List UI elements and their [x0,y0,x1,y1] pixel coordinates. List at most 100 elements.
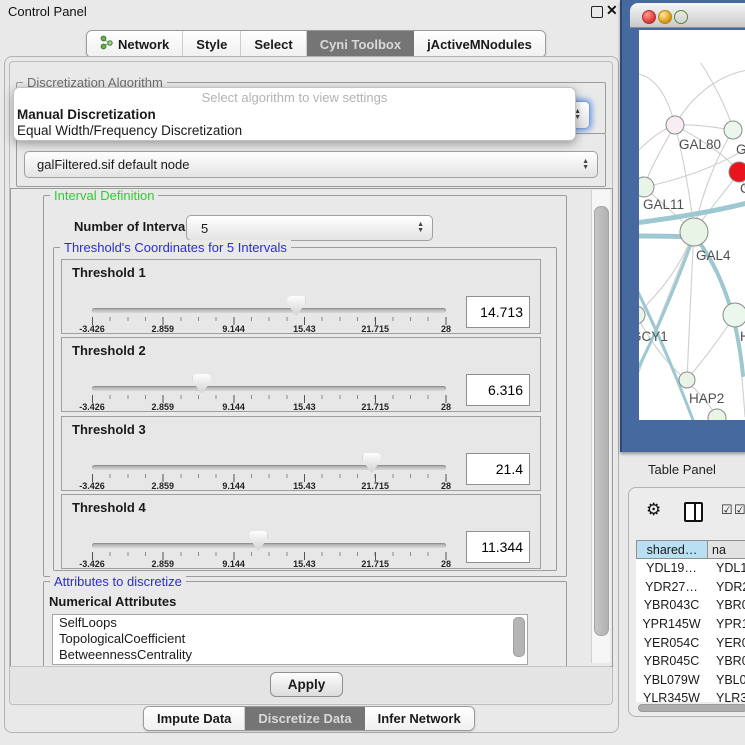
checkbox-icon[interactable]: ☑ [734,502,745,518]
threshold-slider[interactable]: -3.426 2.859 9.144 15.43 21.715 28 [92,417,446,490]
threshold-row: Threshold 3 -3.426 2.859 9.144 15.43 21.… [61,416,541,491]
tab-style[interactable]: Style [183,31,241,57]
table-row[interactable]: YER054CYER0 [636,633,745,652]
interval-definition-title: Interval Definition [50,188,158,203]
node-right-partial[interactable] [724,121,742,139]
popup-item-equal-width[interactable]: Equal Width/Frequency Discretization [14,123,575,139]
node-label: H [740,329,745,344]
list-item[interactable]: BetweennessCentrality [53,647,527,663]
node-gal11[interactable] [639,177,654,197]
table-data-value: galFiltered.sif default node [25,157,189,172]
float-window-icon[interactable] [591,6,603,18]
num-intervals-label: Number of Intervals [74,219,196,234]
slider-track[interactable] [92,386,446,391]
tab-cyni-toolbox[interactable]: Cyni Toolbox [307,31,414,57]
table-hscrollbar-thumb[interactable] [638,704,745,712]
column-header-name[interactable]: na [708,540,745,559]
node-red-selected[interactable] [729,162,745,182]
popup-hint: Select algorithm to view settings [14,88,575,107]
table-row[interactable]: YBL079WYBL0 [636,671,745,690]
split-columns-icon[interactable] [684,502,703,522]
network-graph: GAL80 GA C GAL11 GAL4 GCY1 H HAP2 [639,30,745,420]
node-gcy1[interactable] [639,306,645,324]
table-data-combobox[interactable]: galFiltered.sif default node ▲▼ [24,151,598,178]
list-item[interactable]: TopologicalCoefficient [53,631,527,647]
threshold-slider[interactable]: -3.426 2.859 9.144 15.43 21.715 28 [92,495,446,568]
settings-scrollbar-thumb[interactable] [594,206,609,636]
tab-select[interactable]: Select [241,31,306,57]
table-row[interactable]: YLR345WYLR3 [636,689,745,702]
tab-jactivemnodules[interactable]: jActiveMNodules [414,31,545,57]
threshold-slider[interactable]: -3.426 2.859 9.144 15.43 21.715 28 [92,338,446,411]
slider-scale: -3.426 2.859 9.144 15.43 21.715 28 [92,481,446,492]
threshold-value-field[interactable] [466,374,530,406]
slider-scale: -3.426 2.859 9.144 15.43 21.715 28 [92,324,446,335]
bottom-tabbar: Impute Data Discretize Data Infer Networ… [143,706,475,731]
gear-icon[interactable]: ⚙ [646,500,661,520]
table-header: shared… na [636,540,745,559]
slider-scale: -3.426 2.859 9.144 15.43 21.715 28 [92,402,446,413]
table-body: YDL19…YDL1 YDR27…YDR2 YBR043CYBR0 YPR145… [636,559,745,702]
slider-thumb[interactable] [363,453,381,473]
attributes-group-title: Attributes to discretize [50,574,186,589]
tab-infer-network[interactable]: Infer Network [365,707,474,730]
threshold-value-field[interactable] [466,296,530,328]
network-window-titlebar[interactable] [630,3,745,28]
table-row[interactable]: YBR045CYBR0 [636,652,745,671]
threshold-value-field[interactable] [466,453,530,485]
top-tabbar: Network Style Select Cyni Toolbox jActiv… [86,30,546,58]
node-gal80[interactable] [666,116,684,134]
table-hscrollbar[interactable] [638,704,745,712]
network-window-frame: GAL80 GA C GAL11 GAL4 GCY1 H HAP2 [620,0,745,452]
attributes-group: Attributes to discretize Numerical Attri… [43,581,567,667]
tab-network[interactable]: Network [87,31,183,57]
table-row[interactable]: YDR27…YDR2 [636,578,745,597]
close-traffic-light-icon[interactable] [642,10,656,24]
apply-button[interactable]: Apply [270,672,343,697]
slider-thumb[interactable] [193,374,211,394]
slider-scale: -3.426 2.859 9.144 15.43 21.715 28 [92,559,446,570]
slider-track[interactable] [92,543,446,548]
numerical-attributes-label: Numerical Attributes [49,594,176,609]
node-gal4[interactable] [680,218,708,246]
list-item[interactable]: SelfLoops [53,615,527,631]
num-intervals-value: 5 [187,221,208,236]
slider-thumb[interactable] [249,531,267,551]
threshold-row: Threshold 1 -3.426 2.859 9.144 15.43 21.… [61,259,541,334]
threshold-row: Threshold 2 -3.426 2.859 9.144 15.43 21.… [61,337,541,412]
tab-discretize-data[interactable]: Discretize Data [245,707,364,730]
minimize-traffic-light-icon[interactable] [658,10,672,24]
slider-track[interactable] [92,308,446,313]
network-icon [100,35,113,53]
table-row[interactable]: YPR145WYPR1 [636,615,745,634]
close-icon[interactable]: ✕ [606,2,618,19]
node-bottom-partial[interactable] [708,409,726,420]
num-intervals-spinner[interactable]: 5 ▲▼ [186,215,433,241]
column-header-shared-name[interactable]: shared… [636,540,708,559]
table-panel: ⚙ ☑ ☑ shared… na YDL19…YDL1 YDR27…YDR2 Y… [628,487,745,717]
settings-scrollbar[interactable] [591,190,610,663]
table-panel-title: Table Panel [648,462,716,477]
node-label: GAL80 [679,137,721,152]
list-scrollbar[interactable] [513,617,525,657]
settings-scrollpane: Interval Definition Number of Intervals … [10,188,613,667]
slider-thumb[interactable] [287,296,305,316]
slider-track[interactable] [92,465,446,470]
threshold-slider[interactable]: -3.426 2.859 9.144 15.43 21.715 28 [92,260,446,333]
node-h[interactable] [723,303,745,327]
table-row[interactable]: YBR043CYBR0 [636,596,745,615]
zoom-traffic-light-icon[interactable] [674,10,688,24]
network-canvas[interactable]: GAL80 GA C GAL11 GAL4 GCY1 H HAP2 [639,30,745,420]
popup-item-manual-discretization[interactable]: Manual Discretization [14,107,575,123]
tab-impute-data[interactable]: Impute Data [144,707,245,730]
node-label: GA [736,142,745,157]
tab-network-label: Network [118,37,169,52]
algorithm-popup: Select algorithm to view settings Manual… [13,87,576,141]
node-hap2[interactable] [679,372,695,388]
table-row[interactable]: YDL19…YDL1 [636,559,745,578]
app-root: Control Panel ✕ Network Style Select Cyn… [0,0,745,745]
threshold-value-field[interactable] [466,531,530,563]
combo-arrows-icon: ▲▼ [582,159,589,171]
node-label: GAL11 [643,197,684,212]
checkbox-icon[interactable]: ☑ [721,502,733,518]
